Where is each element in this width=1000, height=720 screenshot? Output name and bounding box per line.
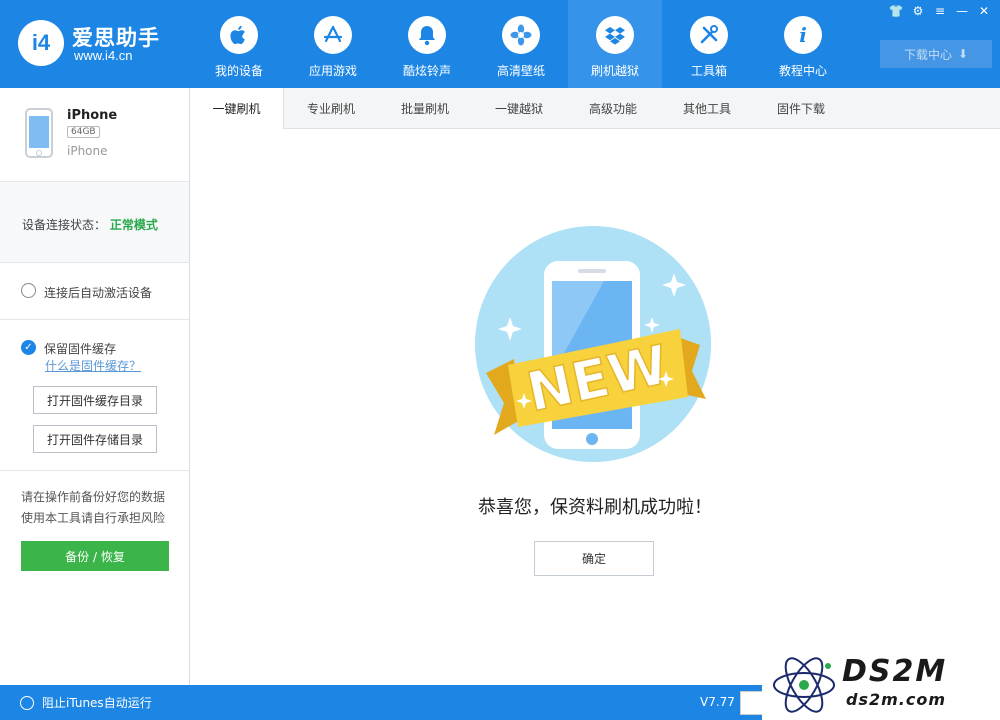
window-controls: 👕 ⚙ ≡ — ✕ xyxy=(888,3,992,19)
auto-activate-radio[interactable] xyxy=(21,283,36,298)
nav-wallpapers[interactable]: 高清壁纸 xyxy=(474,0,568,88)
device-card: iPhone 64GB iPhone xyxy=(0,88,189,181)
flower-icon xyxy=(502,16,540,54)
download-center-label: 下载中心 xyxy=(903,47,952,62)
backup-restore-button[interactable]: 备份 / 恢复 xyxy=(21,541,169,571)
minimize-icon[interactable]: — xyxy=(954,3,970,19)
nav-label: 刷机越狱 xyxy=(590,64,639,78)
tab-advanced[interactable]: 高级功能 xyxy=(566,88,660,128)
settings-gear-icon[interactable]: ⚙ xyxy=(910,3,926,19)
nav-ringtones[interactable]: 酷炫铃声 xyxy=(380,0,474,88)
nav-label: 酷炫铃声 xyxy=(402,64,451,78)
tab-other-tools[interactable]: 其他工具 xyxy=(660,88,754,128)
apple-icon xyxy=(220,16,258,54)
tools-icon xyxy=(690,16,728,54)
nav-flash-jailbreak[interactable]: 刷机越狱 xyxy=(568,0,662,88)
connection-status-label: 设备连接状态： xyxy=(22,218,107,232)
info-icon: i xyxy=(784,16,822,54)
app-url: www.i4.cn xyxy=(74,48,133,63)
nav-label: 应用游戏 xyxy=(308,64,357,78)
download-center-button[interactable]: 下载中心 ⬇ xyxy=(880,40,992,68)
tab-one-click-jailbreak[interactable]: 一键越狱 xyxy=(472,88,566,128)
connection-status-value: 正常模式 xyxy=(109,218,158,232)
bell-icon xyxy=(408,16,446,54)
watermark: DS2M ds2m.com xyxy=(762,650,1000,720)
app-window: i4 爱思助手 www.i4.cn 我的设备 应用游戏 酷炫铃声 高清壁纸 刷机… xyxy=(0,0,1000,720)
dropbox-icon xyxy=(596,16,634,54)
nav-label: 我的设备 xyxy=(214,64,263,78)
keep-cache-label[interactable]: 保留固件缓存 xyxy=(44,340,116,357)
keep-cache-checkbox[interactable]: ✓ xyxy=(21,340,36,355)
nav-tutorials[interactable]: i 教程中心 xyxy=(756,0,850,88)
nav-apps-games[interactable]: 应用游戏 xyxy=(286,0,380,88)
backup-warning-line1: 请在操作前备份好您的数据 xyxy=(21,490,166,504)
auto-activate-section: 连接后自动激活设备 xyxy=(0,262,189,319)
app-store-icon xyxy=(314,16,352,54)
device-model: iPhone xyxy=(67,144,108,158)
block-itunes-label: 阻止iTunes自动运行 xyxy=(42,696,152,710)
flash-tabs: 一键刷机 专业刷机 批量刷机 一键越狱 高级功能 其他工具 固件下载 xyxy=(190,88,1000,129)
atom-logo-icon xyxy=(773,657,835,713)
tab-pro-flash[interactable]: 专业刷机 xyxy=(284,88,378,128)
confirm-button[interactable]: 确定 xyxy=(534,541,654,576)
tab-one-click-flash[interactable]: 一键刷机 xyxy=(190,88,284,129)
tab-batch-flash[interactable]: 批量刷机 xyxy=(378,88,472,128)
open-storage-dir-button[interactable]: 打开固件存储目录 xyxy=(33,425,157,453)
version-label: V7.77 xyxy=(700,695,735,709)
sidebar: iPhone 64GB iPhone 设备连接状态： 正常模式 连接后自动激活设… xyxy=(0,88,190,685)
success-message: 恭喜您，保资料刷机成功啦！ xyxy=(478,497,712,518)
connection-status: 设备连接状态： 正常模式 xyxy=(22,216,158,233)
what-is-cache-link[interactable]: 什么是固件缓存？ xyxy=(45,357,141,374)
connection-status-section: 设备连接状态： 正常模式 xyxy=(0,181,189,262)
device-name: iPhone xyxy=(67,108,118,123)
firmware-cache-section: ✓ 保留固件缓存 什么是固件缓存？ 打开固件缓存目录 打开固件存储目录 xyxy=(0,319,189,470)
nav-toolbox[interactable]: 工具箱 xyxy=(662,0,756,88)
new-phone-illustration: NEW xyxy=(475,226,711,462)
title-bar: i4 爱思助手 www.i4.cn 我的设备 应用游戏 酷炫铃声 高清壁纸 刷机… xyxy=(0,0,1000,88)
tab-firmware-download[interactable]: 固件下载 xyxy=(754,88,848,128)
main-content: NEW 恭喜您，保资料刷机成功啦！ 确定 xyxy=(190,129,1000,685)
menu-icon[interactable]: ≡ xyxy=(932,3,948,19)
backup-section: 请在操作前备份好您的数据 使用本工具请自行承担风险 备份 / 恢复 xyxy=(0,470,189,597)
watermark-sub: ds2m.com xyxy=(846,690,947,709)
backup-warning: 请在操作前备份好您的数据 使用本工具请自行承担风险 xyxy=(21,487,165,529)
backup-warning-line2: 使用本工具请自行承担风险 xyxy=(21,511,166,525)
open-cache-dir-button[interactable]: 打开固件缓存目录 xyxy=(33,386,157,414)
iphone-icon xyxy=(25,108,53,158)
nav-my-device[interactable]: 我的设备 xyxy=(192,0,286,88)
nav-label: 高清壁纸 xyxy=(496,64,545,78)
download-icon: ⬇ xyxy=(957,47,969,61)
skin-icon[interactable]: 👕 xyxy=(888,3,904,19)
i4-logo-icon: i4 xyxy=(18,20,64,66)
main-nav: 我的设备 应用游戏 酷炫铃声 高清壁纸 刷机越狱 工具箱 i 教程中心 xyxy=(192,0,850,88)
nav-label: 教程中心 xyxy=(778,64,827,78)
auto-activate-label[interactable]: 连接后自动激活设备 xyxy=(44,284,152,301)
device-capacity-badge: 64GB xyxy=(67,126,100,138)
close-icon[interactable]: ✕ xyxy=(976,3,992,19)
app-logo: i4 爱思助手 www.i4.cn xyxy=(18,20,168,68)
nav-label: 工具箱 xyxy=(690,64,727,78)
watermark-main: DS2M xyxy=(842,654,948,689)
block-itunes-toggle[interactable]: 阻止iTunes自动运行 xyxy=(0,685,190,720)
block-itunes-radio[interactable] xyxy=(20,695,34,710)
